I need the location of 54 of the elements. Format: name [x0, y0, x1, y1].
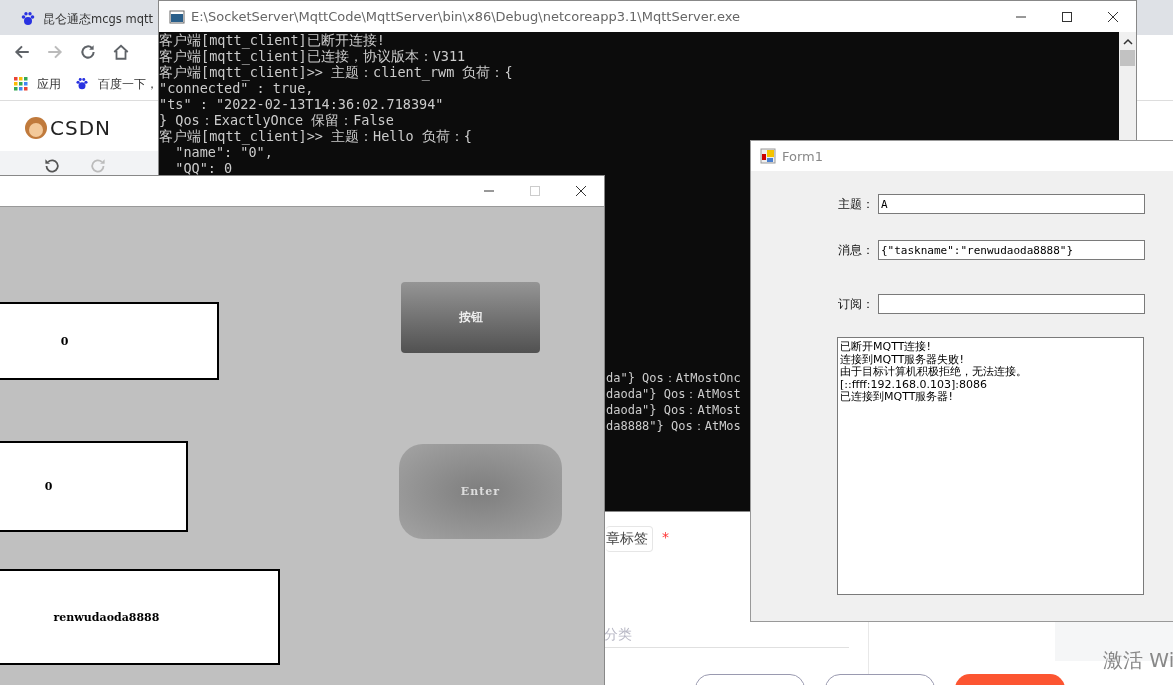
- value-display: 0: [0, 302, 219, 380]
- log-line: [::ffff:192.168.0.103]:8086: [840, 378, 989, 391]
- console-line: daoda"} Qos：AtMost: [606, 402, 741, 418]
- close-icon[interactable]: [1107, 10, 1119, 23]
- apps-icon: [14, 77, 28, 91]
- bookmark[interactable]: 应用: [14, 75, 61, 93]
- activation-notice: 激活 Wi: [1103, 647, 1173, 674]
- home-icon[interactable]: [112, 42, 130, 61]
- scroll-thumb[interactable]: [1120, 50, 1135, 66]
- undo-icon[interactable]: [42, 157, 60, 175]
- browser-tab[interactable]: 昆仑通态mcgs mqtt: [10, 3, 153, 35]
- value-display: renwudaoda8888: [0, 569, 280, 665]
- console-line: 客户端[mqtt_client]>> 主题：Hello 负荷：{: [159, 128, 472, 144]
- log-line: 已连接到MQTT服务器!: [840, 391, 954, 404]
- form-icon: [760, 148, 776, 164]
- console-line: "name": "0",: [174, 144, 273, 160]
- log-line: 连接到MQTT服务器失败!: [840, 353, 965, 366]
- mascot-icon: [24, 116, 48, 140]
- console-line: "connected" : true,: [159, 80, 314, 96]
- console-line: da8888"} Qos：AtMos: [606, 418, 741, 434]
- console-line: "QQ": 0: [174, 160, 233, 176]
- text-field[interactable]: A: [878, 194, 1145, 214]
- paw-icon: [75, 77, 89, 91]
- paw-icon: [20, 11, 36, 27]
- field-label: 消息：: [838, 241, 874, 259]
- tag-chip[interactable]: 章标签: [606, 526, 653, 552]
- log-line: 已断开MQTT连接!: [840, 341, 932, 354]
- console-line: daoda"} Qos：AtMost: [606, 386, 741, 402]
- close-icon[interactable]: [575, 185, 587, 197]
- console-line: } Qos：ExactlyOnce 保留：False: [159, 112, 394, 128]
- scroll-up-icon[interactable]: [1122, 38, 1133, 46]
- log-line: 由于目标计算机积极拒绝，无法连接。: [840, 366, 1028, 379]
- log-box[interactable]: 已断开MQTT连接! 连接到MQTT服务器失败! 由于目标计算机积极拒绝，无法连接。 [::ffff:192.168.0.103]:8086 已连接到MQTT服务器!: [837, 337, 1144, 595]
- maximize-icon[interactable]: [1061, 10, 1073, 23]
- console-line: 客户端[mqtt_client]已连接，协议版本：V311: [159, 48, 466, 64]
- window-title: Form1: [782, 148, 824, 164]
- reload-icon[interactable]: [79, 42, 97, 61]
- text-field[interactable]: [878, 294, 1145, 314]
- console-line: "ts" : "2022-02-13T14:36:02.718394": [159, 96, 444, 112]
- console-line: 客户端[mqtt_client]>> 主题：client_rwm 负荷：{: [159, 64, 513, 80]
- console-line: da"} Qos：AtMostOnc: [606, 370, 741, 386]
- text-field[interactable]: {"taskname":"renwudaoda8888"}: [878, 240, 1145, 260]
- field-label: 主题：: [838, 195, 874, 213]
- logo[interactable]: CSDN: [50, 116, 112, 140]
- value-display: 0: [0, 441, 188, 532]
- required-mark: *: [662, 529, 669, 545]
- console-line: 客户端[mqtt_client]已断开连接!: [159, 32, 385, 48]
- window-title: E:\SocketServer\MqttCode\MqttServer\bin\x86\Debug\netcoreapp3.1\MqttServer.exe: [191, 9, 741, 24]
- field-label: 订阅：: [838, 295, 874, 313]
- hmi-button[interactable]: 按钮: [401, 282, 540, 353]
- maximize-icon: [529, 185, 541, 197]
- scrollbar[interactable]: [1119, 32, 1136, 140]
- console-icon: [169, 8, 185, 25]
- bookmark[interactable]: 百度一下，: [75, 75, 158, 93]
